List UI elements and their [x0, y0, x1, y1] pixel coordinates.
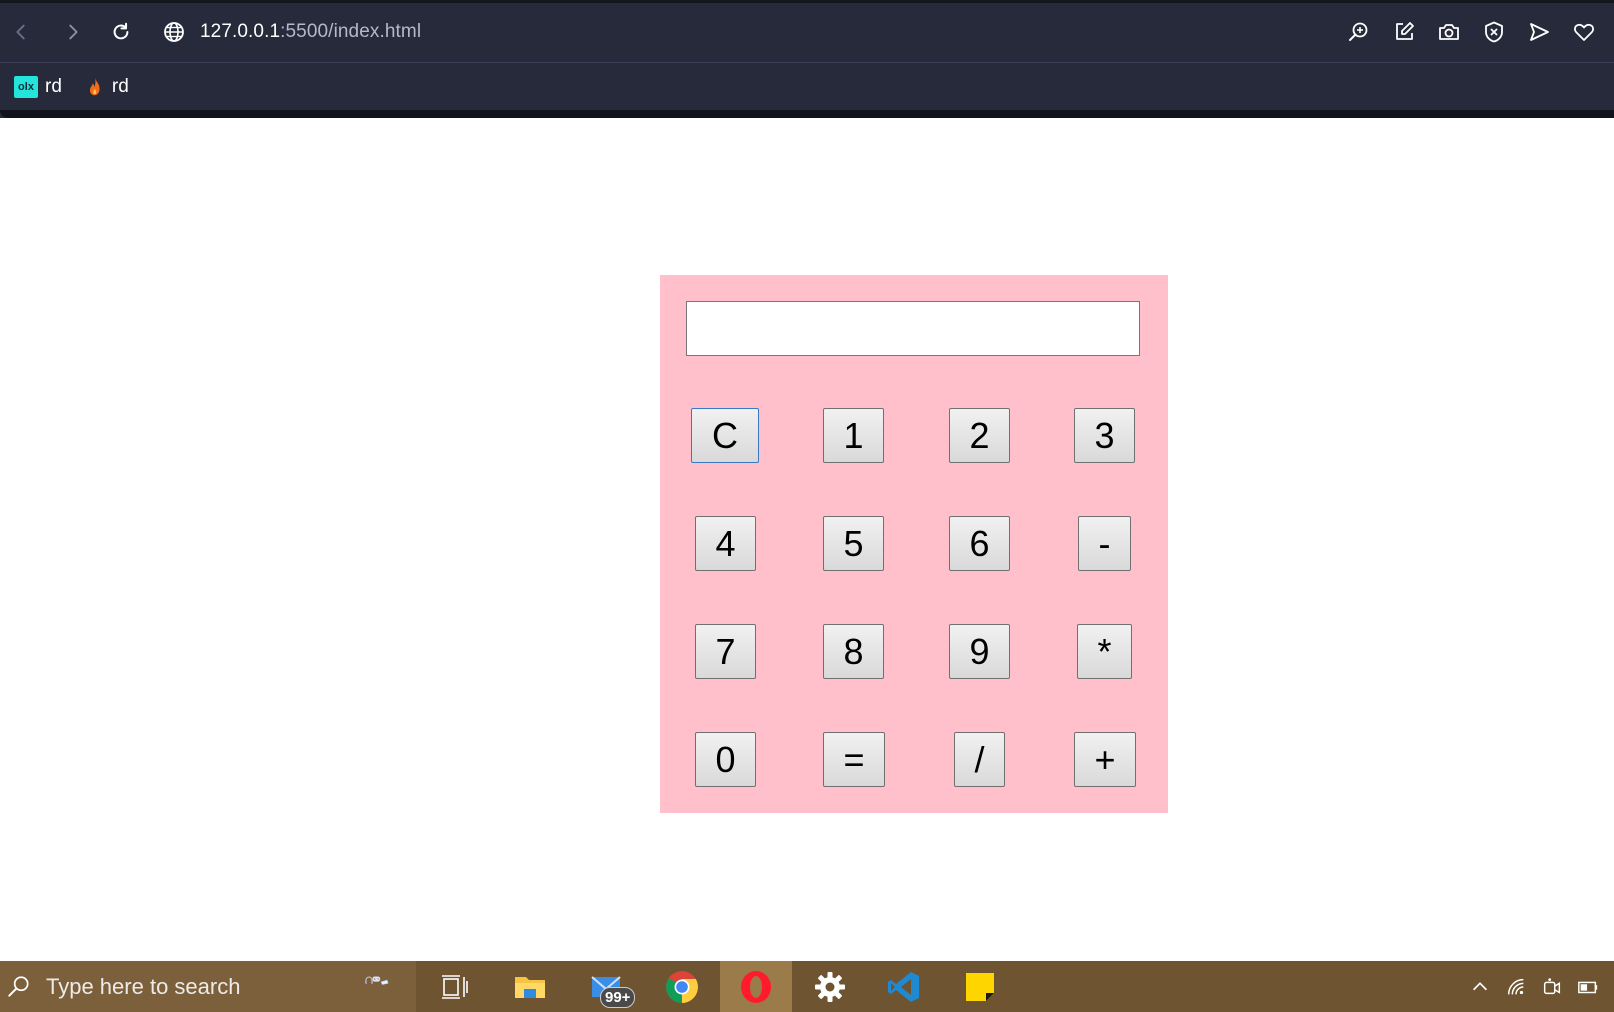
- taskbar-chrome[interactable]: [646, 961, 718, 1012]
- bookmarks-bar: olx rd rd: [0, 64, 1614, 110]
- task-view-icon: [442, 974, 468, 999]
- chrome-bottom-edge: [0, 110, 1614, 118]
- vscode-icon: [888, 971, 919, 1002]
- url-text: 127.0.0.1:5500/index.html: [200, 21, 421, 43]
- key-5[interactable]: 5: [823, 516, 884, 571]
- calculator-display[interactable]: [686, 301, 1140, 356]
- edit-icon: [1395, 22, 1414, 40]
- toolbar-right-icons: [1336, 15, 1606, 49]
- zoom-icon: [1348, 22, 1367, 41]
- key-1[interactable]: 1: [823, 408, 884, 463]
- back-icon: [16, 24, 25, 40]
- browser-toolbar: 127.0.0.1:5500/index.html: [0, 3, 1614, 62]
- key-6[interactable]: 6: [949, 516, 1010, 571]
- camera-icon: [1438, 24, 1459, 40]
- bookmark-olx[interactable]: olx rd: [14, 72, 62, 102]
- back-button[interactable]: [4, 15, 38, 49]
- bookmark-label: rd: [111, 76, 129, 97]
- reload-button[interactable]: [104, 15, 138, 49]
- key-divide[interactable]: /: [954, 732, 1005, 787]
- windows-taskbar: Type here to search 99+: [0, 961, 1614, 1012]
- edit-button[interactable]: [1381, 15, 1426, 49]
- forward-button[interactable]: [56, 15, 90, 49]
- meet-now-icon: [1543, 977, 1561, 994]
- olx-icon: olx: [14, 76, 38, 98]
- key-3[interactable]: 3: [1074, 408, 1135, 463]
- reload-icon: [113, 22, 129, 40]
- tray-meet-now[interactable]: [1534, 961, 1570, 1012]
- chrome-icon: [666, 970, 698, 1003]
- url-path: :5500/index.html: [280, 21, 422, 42]
- address-bar[interactable]: 127.0.0.1:5500/index.html: [162, 15, 1282, 49]
- search-placeholder: Type here to search: [46, 973, 241, 999]
- send-button[interactable]: [1516, 15, 1561, 49]
- file-explorer-icon: [515, 976, 545, 998]
- key-multiply[interactable]: *: [1077, 624, 1132, 679]
- key-4[interactable]: 4: [695, 516, 756, 571]
- tray-network[interactable]: [1498, 961, 1534, 1012]
- toolbar-divider: [0, 62, 1614, 63]
- taskbar-settings[interactable]: [794, 961, 866, 1012]
- taskbar-mail[interactable]: 99+: [570, 961, 642, 1012]
- opera-icon: [741, 970, 771, 1003]
- key-minus[interactable]: -: [1078, 516, 1131, 571]
- zoom-button[interactable]: [1336, 15, 1381, 49]
- system-tray: [1462, 961, 1614, 1012]
- chevron-up-icon: [1472, 981, 1488, 990]
- settings-icon: [815, 971, 845, 1002]
- sticky-notes-icon: [966, 972, 994, 1001]
- key-2[interactable]: 2: [949, 408, 1010, 463]
- tray-overflow[interactable]: [1462, 961, 1498, 1012]
- key-8[interactable]: 8: [823, 624, 884, 679]
- globe-icon: [164, 22, 184, 42]
- key-9[interactable]: 9: [949, 624, 1010, 679]
- battery-icon: [1578, 981, 1598, 993]
- bookmark-label: rd: [45, 76, 62, 97]
- taskbar-file-explorer[interactable]: [494, 961, 566, 1012]
- forward-icon: [69, 24, 78, 40]
- heart-icon: [1573, 23, 1594, 41]
- send-icon: [1529, 23, 1549, 41]
- url-host: 127.0.0.1: [200, 21, 281, 42]
- browser-chrome: 127.0.0.1:5500/index.html olx rd rd: [0, 0, 1614, 118]
- taskbar-opera[interactable]: [720, 961, 792, 1012]
- favorites-button[interactable]: [1561, 15, 1606, 49]
- tray-battery[interactable]: [1570, 961, 1606, 1012]
- key-clear[interactable]: C: [691, 408, 759, 463]
- adblock-button[interactable]: [1471, 15, 1516, 49]
- search-icon: [8, 975, 29, 997]
- taskbar-search[interactable]: Type here to search: [0, 961, 416, 1012]
- mail-badge: 99+: [600, 987, 636, 1008]
- key-plus[interactable]: +: [1074, 732, 1136, 787]
- taskbar-sticky-notes[interactable]: [944, 961, 1016, 1012]
- flame-icon: [89, 77, 100, 96]
- bookmark-flame[interactable]: rd: [84, 72, 129, 102]
- calculator: C 1 2 3 4 5 6 - 7 8 9 * 0 = / +: [660, 275, 1168, 813]
- key-0[interactable]: 0: [695, 732, 756, 787]
- screenshot-button[interactable]: [1426, 15, 1471, 49]
- taskbar-task-view[interactable]: [418, 961, 490, 1012]
- search-highlight-art: [364, 976, 389, 985]
- wifi-icon: [1507, 978, 1524, 994]
- key-equals[interactable]: =: [823, 732, 885, 787]
- key-7[interactable]: 7: [695, 624, 756, 679]
- shield-icon: [1484, 21, 1503, 43]
- taskbar-vscode[interactable]: [868, 961, 940, 1012]
